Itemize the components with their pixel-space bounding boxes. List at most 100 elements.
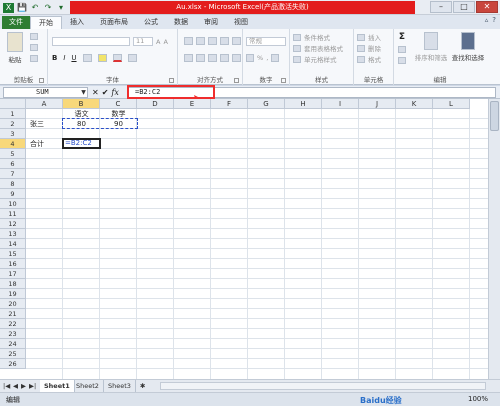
close-button[interactable]: ✕	[476, 1, 498, 13]
column-header-h[interactable]: H	[285, 99, 322, 109]
zoom-level[interactable]: 100%	[468, 395, 488, 403]
tab-data[interactable]: 数据	[166, 16, 196, 29]
horizontal-scrollbar[interactable]	[160, 382, 486, 390]
select-all-corner[interactable]	[0, 99, 26, 109]
row-header-17[interactable]: 17	[0, 269, 26, 279]
cell-b4-active[interactable]: =B2:C2	[62, 138, 101, 149]
row-header-19[interactable]: 19	[0, 289, 26, 299]
copy-icon[interactable]	[30, 44, 38, 51]
row-header-18[interactable]: 18	[0, 279, 26, 289]
maximize-button[interactable]: □	[453, 1, 475, 13]
cut-icon[interactable]	[30, 33, 38, 40]
row-header-16[interactable]: 16	[0, 259, 26, 269]
help-icon[interactable]: ?	[492, 16, 496, 24]
align-center-icon[interactable]	[196, 54, 205, 62]
sort-filter-button[interactable]: 排序和筛选	[412, 32, 450, 62]
tab-formulas[interactable]: 公式	[136, 16, 166, 29]
insert-sheet-icon[interactable]: ✱	[136, 380, 149, 392]
sheet-nav-last-icon[interactable]: ▶|	[28, 380, 37, 392]
font-size-select[interactable]: 11	[133, 37, 153, 46]
sheet-tab-1[interactable]: Sheet1	[40, 380, 75, 392]
column-header-k[interactable]: K	[396, 99, 433, 109]
row-header-11[interactable]: 11	[0, 209, 26, 219]
cell-styles-button[interactable]: 单元格样式	[304, 54, 337, 64]
row-header-25[interactable]: 25	[0, 349, 26, 359]
row-header-13[interactable]: 13	[0, 229, 26, 239]
row-header-5[interactable]: 5	[0, 149, 26, 159]
accounting-format-icon[interactable]	[246, 54, 254, 62]
indent-icon[interactable]	[220, 54, 229, 62]
row-header-6[interactable]: 6	[0, 159, 26, 169]
row-header-10[interactable]: 10	[0, 199, 26, 209]
merge-center-icon[interactable]	[232, 54, 241, 62]
row-header-22[interactable]: 22	[0, 319, 26, 329]
orientation-icon[interactable]	[220, 37, 229, 45]
format-cells-button[interactable]: 格式	[368, 54, 381, 64]
row-header-9[interactable]: 9	[0, 189, 26, 199]
tab-review[interactable]: 审阅	[196, 16, 226, 29]
bold-button[interactable]: B	[52, 54, 57, 62]
clear-icon[interactable]	[398, 57, 406, 64]
row-header-15[interactable]: 15	[0, 249, 26, 259]
row-header-8[interactable]: 8	[0, 179, 26, 189]
row-header-20[interactable]: 20	[0, 299, 26, 309]
sheet-tab-3[interactable]: Sheet3	[104, 380, 136, 392]
wrap-text-icon[interactable]	[232, 37, 241, 45]
sheet-nav-prev-icon[interactable]: ◀	[12, 380, 19, 392]
align-left-icon[interactable]	[184, 54, 193, 62]
row-header-14[interactable]: 14	[0, 239, 26, 249]
column-header-d[interactable]: D	[137, 99, 174, 109]
borders-icon[interactable]	[82, 54, 92, 62]
delete-cells-button[interactable]: 删除	[368, 43, 381, 53]
fill-icon[interactable]	[398, 46, 406, 53]
column-header-g[interactable]: G	[248, 99, 285, 109]
row-header-24[interactable]: 24	[0, 339, 26, 349]
shrink-font-icon[interactable]: A	[163, 38, 167, 46]
sheet-nav-next-icon[interactable]: ▶	[20, 380, 27, 392]
grow-font-icon[interactable]: A	[156, 38, 160, 46]
comma-style-button[interactable]: ,	[266, 54, 268, 62]
format-painter-icon[interactable]	[30, 55, 38, 62]
name-box[interactable]: SUM	[3, 87, 88, 98]
tab-file[interactable]: 文件	[2, 16, 30, 29]
cell-a4[interactable]: 合计	[30, 139, 63, 149]
ribbon-minimize-icon[interactable]: ▵	[485, 16, 489, 24]
format-as-table-button[interactable]: 套用表格格式	[304, 43, 343, 53]
column-header-e[interactable]: E	[174, 99, 211, 109]
worksheet-grid[interactable]: ABCDEFGHIJKL 1 2 3 4 5 6 7 8 9 10 11 12 13 14 15 16 17 18…	[0, 99, 488, 379]
column-header-l[interactable]: L	[433, 99, 470, 109]
find-select-button[interactable]: 查找和选择	[450, 32, 486, 62]
paste-button[interactable]: 粘贴	[4, 32, 26, 64]
insert-cells-button[interactable]: 插入	[368, 32, 381, 42]
undo-icon[interactable]: ↶	[30, 3, 40, 13]
cancel-icon[interactable]: ✕	[92, 87, 99, 98]
align-bottom-icon[interactable]	[208, 37, 217, 45]
italic-button[interactable]: I	[63, 54, 65, 62]
vertical-scroll-thumb[interactable]	[490, 101, 499, 131]
row-header-3[interactable]: 3	[0, 129, 26, 139]
qat-customize-icon[interactable]: ▾	[56, 3, 66, 13]
tab-insert[interactable]: 插入	[62, 16, 92, 29]
tab-home[interactable]: 开始	[30, 16, 62, 29]
column-header-j[interactable]: J	[359, 99, 396, 109]
autosum-button[interactable]: Σ	[399, 32, 405, 42]
cell-a2[interactable]: 张三	[30, 119, 63, 129]
row-header-1[interactable]: 1	[0, 109, 26, 119]
phonetic-icon[interactable]	[127, 54, 137, 62]
column-header-f[interactable]: F	[211, 99, 248, 109]
align-top-icon[interactable]	[184, 37, 193, 45]
font-color-icon[interactable]	[112, 54, 122, 62]
tab-page-layout[interactable]: 页面布局	[92, 16, 136, 29]
insert-function-icon[interactable]: fx	[111, 87, 118, 98]
column-header-a[interactable]: A	[26, 99, 63, 109]
align-right-icon[interactable]	[208, 54, 217, 62]
percent-style-button[interactable]: %	[257, 54, 263, 62]
number-format-select[interactable]: 常规	[246, 37, 286, 46]
save-icon[interactable]: 💾	[17, 3, 27, 13]
number-launcher-icon[interactable]	[281, 78, 286, 83]
font-name-select[interactable]	[52, 37, 130, 46]
sheet-tab-2[interactable]: Sheet2	[72, 380, 104, 392]
underline-button[interactable]: U	[71, 54, 76, 62]
sheet-nav-first-icon[interactable]: |◀	[2, 380, 11, 392]
redo-icon[interactable]: ↷	[43, 3, 53, 13]
